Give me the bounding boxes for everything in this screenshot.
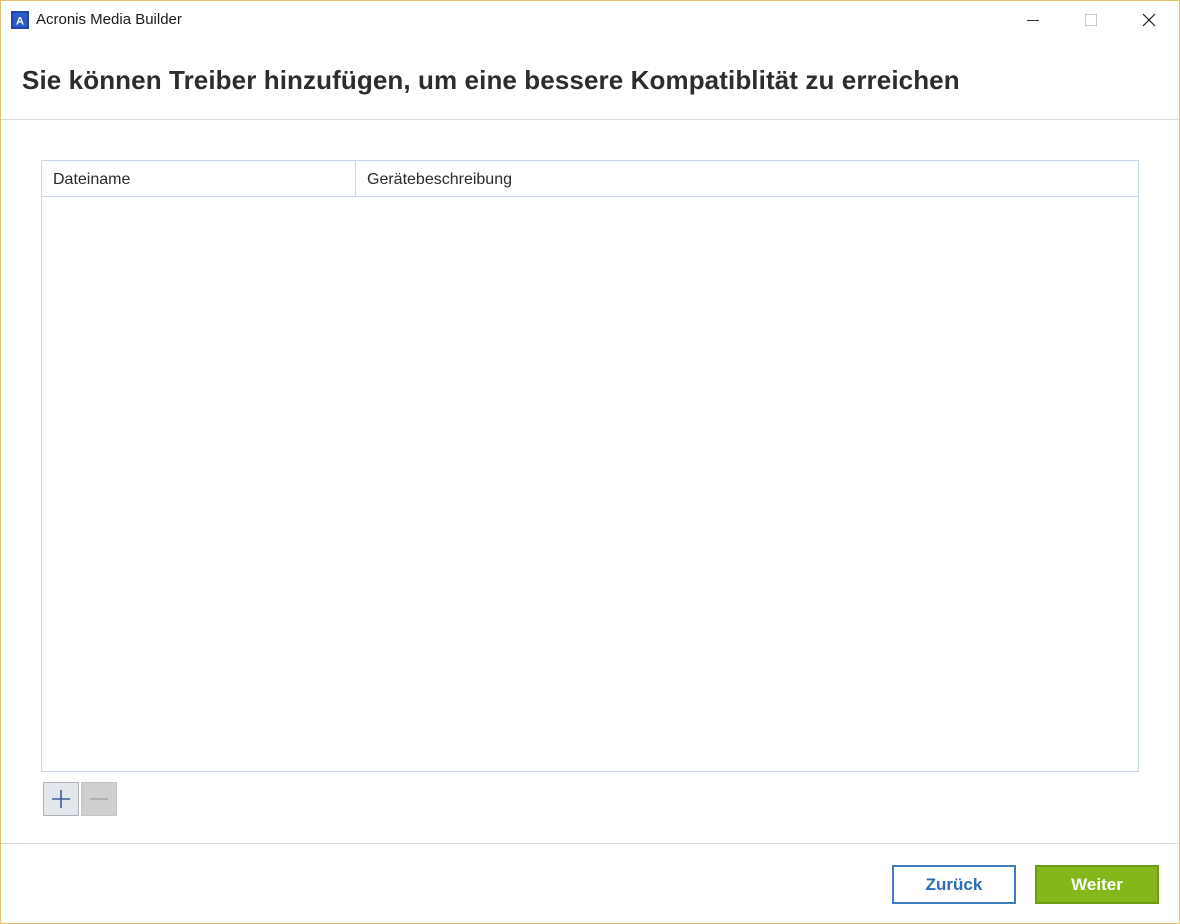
column-header-filename[interactable]: Dateiname — [42, 161, 356, 196]
maximize-icon — [1085, 14, 1097, 26]
back-button[interactable]: Zurück — [892, 865, 1016, 904]
plus-icon — [52, 790, 70, 808]
footer-bar: Zurück Weiter — [1, 843, 1179, 924]
window-title: Acronis Media Builder — [36, 11, 182, 28]
maximize-button[interactable] — [1062, 1, 1120, 39]
column-header-device-description[interactable]: Gerätebeschreibung — [356, 161, 1138, 196]
next-button[interactable]: Weiter — [1035, 865, 1159, 904]
app-window: A Acronis Media Builder Sie können Treib… — [0, 0, 1180, 924]
minimize-button[interactable] — [1004, 1, 1062, 39]
minus-icon — [90, 798, 108, 800]
driver-table[interactable]: Dateiname Gerätebeschreibung — [41, 160, 1139, 772]
table-body[interactable] — [42, 197, 1138, 771]
add-driver-button[interactable] — [43, 782, 79, 816]
page-header: Sie können Treiber hinzufügen, um eine b… — [1, 39, 1179, 120]
page-title: Sie können Treiber hinzufügen, um eine b… — [22, 65, 960, 95]
close-icon — [1142, 13, 1156, 27]
remove-driver-button[interactable] — [81, 782, 117, 816]
svg-text:A: A — [16, 16, 24, 28]
title-bar[interactable]: A Acronis Media Builder — [1, 1, 1179, 39]
close-button[interactable] — [1120, 1, 1178, 39]
acronis-logo-icon: A — [11, 11, 29, 29]
minimize-icon — [1027, 20, 1039, 21]
table-header: Dateiname Gerätebeschreibung — [42, 161, 1138, 197]
